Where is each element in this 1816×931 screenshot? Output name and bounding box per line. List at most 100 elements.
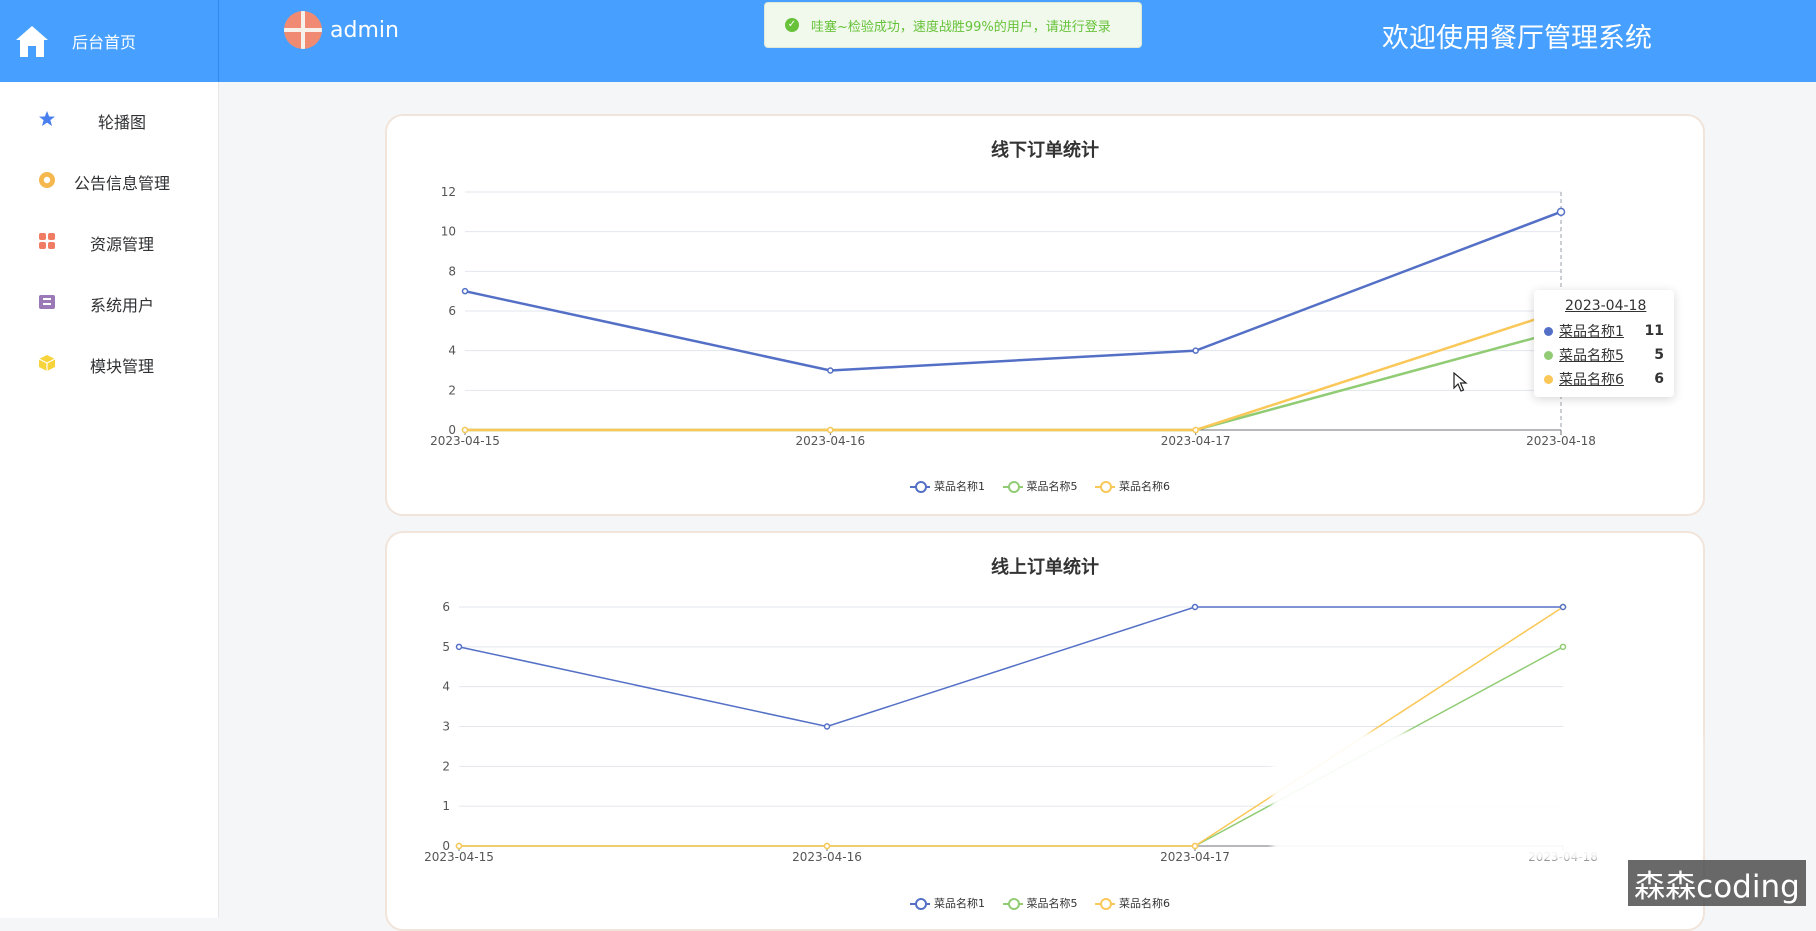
home-label: 后台首页	[72, 33, 137, 52]
sidebar-item-resources[interactable]: 资源管理	[0, 224, 218, 256]
series-line	[458, 606, 1563, 728]
x-tick-label: 2023-04-15	[424, 850, 494, 864]
sidebar-item-carousel[interactable]: 轮播图	[0, 102, 218, 134]
tooltip-date: 2023-04-18	[1565, 298, 1647, 314]
username: admin	[330, 17, 399, 43]
data-point	[455, 842, 463, 850]
data-point	[1191, 842, 1199, 850]
watermark: 森森coding	[1628, 860, 1806, 906]
sidebar-item-announcements[interactable]: 公告信息管理	[0, 163, 218, 195]
legend-item[interactable]: 菜品名称1	[910, 478, 985, 494]
legend-item[interactable]: 菜品名称1	[910, 895, 985, 911]
offline-order-chart: 0246810122023-04-15 2023-04-16 2023-04-17 2…	[430, 185, 1596, 448]
series-line	[465, 329, 1562, 432]
y-tick-label: 4	[448, 344, 456, 358]
tooltip-series-name: 菜品名称6	[1559, 372, 1624, 388]
y-tick-label: 10	[441, 225, 456, 239]
online-order-chart: 01234562023-04-152023-04-162023-04-17202…	[424, 600, 1598, 864]
series-line	[465, 309, 1562, 432]
x-tick-label: 2023-04-17	[1160, 850, 1230, 864]
tooltip-row: 菜品名称1 11	[1544, 321, 1664, 341]
y-tick-label: 12	[441, 185, 456, 199]
legend-label: 菜品名称5	[1026, 480, 1078, 493]
line-marker-icon	[1095, 897, 1115, 910]
home-icon	[16, 26, 48, 57]
data-point	[823, 723, 831, 730]
sidebar-item-modules[interactable]: 模块管理	[0, 346, 218, 378]
data-point	[827, 367, 834, 374]
data-point	[1191, 603, 1199, 611]
success-toast: ✓ 哇塞~检验成功，速度战胜99%的用户，请进行登录	[764, 2, 1142, 48]
data-point	[1559, 643, 1567, 651]
line-marker-icon	[1002, 480, 1023, 493]
tooltip-value: 6	[1654, 371, 1664, 387]
home-link[interactable]: 后台首页	[0, 0, 219, 82]
star-icon	[39, 111, 55, 126]
legend-item[interactable]: 菜品名称6	[1095, 478, 1170, 494]
x-tick-label: 2023-04-16	[792, 850, 862, 864]
mouse-cursor-icon	[1453, 372, 1468, 392]
data-point	[461, 426, 469, 434]
overlay-fade	[1272, 732, 1702, 860]
sidebar-item-label: 系统用户	[89, 296, 154, 315]
chart-tooltip: 2023-04-18 菜品名称1 11 菜品名称5 5 菜品名称6 6	[1534, 290, 1674, 397]
legend-label: 菜品名称1	[934, 897, 985, 910]
legend-label: 菜品名称5	[1026, 897, 1078, 910]
legend-label: 菜品名称6	[1119, 480, 1170, 493]
data-point	[461, 287, 469, 295]
chart-legend: 菜品名称1 菜品名称5 菜品名称6	[910, 478, 1170, 494]
legend-label: 菜品名称1	[934, 480, 985, 493]
badge-icon	[39, 172, 55, 188]
line-marker-icon	[910, 480, 930, 493]
sidebar-item-label: 公告信息管理	[73, 174, 170, 193]
data-point	[455, 643, 463, 651]
y-tick-label: 3	[442, 720, 450, 734]
tooltip-value: 5	[1654, 347, 1664, 363]
x-tick-label: 2023-04-15	[430, 434, 500, 448]
user-info[interactable]: admin	[284, 11, 399, 49]
legend-item[interactable]: 菜品名称5	[1002, 478, 1078, 494]
y-tick-label: 2	[448, 383, 456, 397]
series-line	[464, 210, 1562, 372]
data-point	[1559, 603, 1567, 611]
sidebar-item-label: 轮播图	[97, 113, 146, 132]
line-marker-icon	[910, 897, 930, 910]
data-point	[1192, 347, 1199, 354]
y-tick-label: 4	[442, 680, 450, 694]
chart-legend: 菜品名称1 菜品名称5 菜品名称6	[910, 895, 1170, 911]
tooltip-row: 菜品名称5 5	[1544, 345, 1664, 365]
data-point	[827, 426, 834, 434]
y-tick-label: 2	[442, 759, 450, 773]
data-point	[1556, 207, 1566, 217]
cube-icon	[38, 355, 56, 371]
grid-icon	[39, 233, 55, 249]
tooltip-value: 11	[1644, 323, 1664, 339]
legend-item[interactable]: 菜品名称5	[1002, 895, 1078, 911]
series-dot-icon	[1544, 326, 1553, 336]
series-dot-icon	[1544, 374, 1553, 384]
sidebar-item-label: 资源管理	[89, 235, 154, 254]
data-point	[1192, 426, 1199, 434]
series-dot-icon	[1544, 350, 1553, 360]
avatar	[284, 11, 322, 49]
y-tick-label: 8	[448, 264, 456, 278]
y-tick-label: 6	[442, 600, 450, 614]
archive-icon	[39, 295, 55, 309]
y-tick-label: 5	[442, 640, 450, 654]
legend-label: 菜品名称6	[1119, 897, 1170, 910]
page-title: 欢迎使用餐厅管理系统	[1382, 23, 1652, 54]
sidebar: 轮播图 公告信息管理 资源管理 系统用户 模块管理	[0, 82, 219, 918]
y-tick-label: 6	[448, 304, 456, 318]
online-order-chart-panel: 线上订单统计 0 1 2 3 4 5 6 2023-04-15 2023-04-16 2023-0…	[385, 531, 1705, 931]
tooltip-series-name: 菜品名称5	[1559, 348, 1624, 364]
data-point	[823, 842, 831, 850]
sidebar-item-system-users[interactable]: 系统用户	[0, 285, 218, 317]
line-marker-icon	[1095, 480, 1115, 493]
x-tick-label: 2023-04-16	[795, 434, 865, 448]
tooltip-row: 菜品名称6 6	[1544, 369, 1664, 389]
toast-message: 哇塞~检验成功，速度战胜99%的用户，请进行登录	[811, 19, 1111, 35]
x-tick-label: 2023-04-18	[1526, 434, 1596, 448]
tooltip-series-name: 菜品名称1	[1559, 324, 1624, 340]
offline-order-chart-panel: 线下订单统计 0 2 4 6 8 10 12 2023-04-15 2023-04-16 2023…	[385, 114, 1705, 516]
legend-item[interactable]: 菜品名称6	[1095, 895, 1170, 911]
